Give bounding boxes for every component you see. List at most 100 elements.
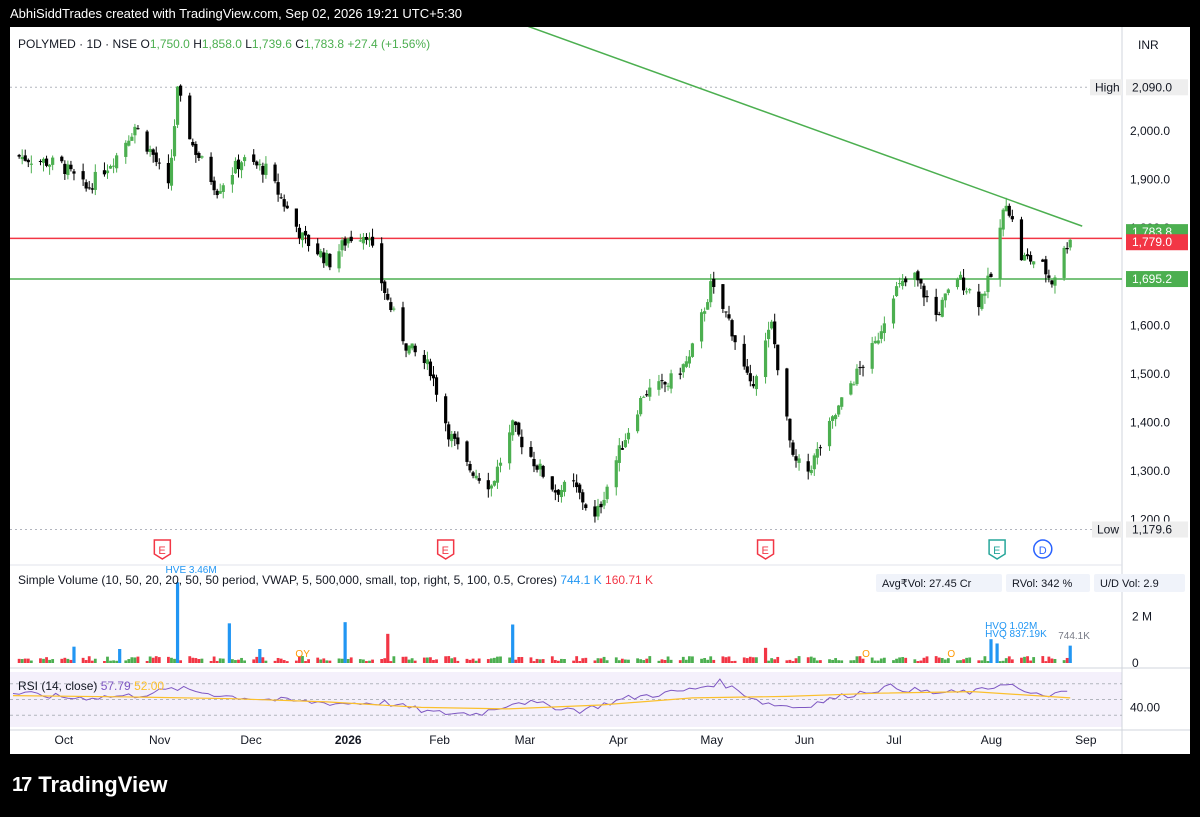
chart-svg[interactable]: 2,000.01,900.01,800.01,600.01,500.01,400… <box>10 27 1190 754</box>
volume-bar-highlight[interactable] <box>989 639 993 663</box>
candle-up[interactable] <box>891 298 896 324</box>
candle-up[interactable] <box>943 293 947 301</box>
candle-down[interactable] <box>742 343 746 367</box>
candle-up[interactable] <box>450 434 454 442</box>
candle-up[interactable] <box>605 486 609 500</box>
candle-up[interactable] <box>66 164 70 176</box>
candle-up[interactable] <box>340 240 344 251</box>
candle-down[interactable] <box>136 128 140 130</box>
candle-up[interactable] <box>614 460 618 488</box>
candle-up[interactable] <box>130 136 134 141</box>
candle-up[interactable] <box>648 387 652 397</box>
candle-up[interactable] <box>111 165 116 167</box>
candle-down[interactable] <box>285 205 289 209</box>
candle-up[interactable] <box>498 462 503 466</box>
candle-down[interactable] <box>383 281 387 293</box>
candle-down[interactable] <box>1047 275 1051 278</box>
candle-down[interactable] <box>102 170 107 175</box>
candle-up[interactable] <box>812 455 816 470</box>
candle-up[interactable] <box>894 286 899 297</box>
candle-up[interactable] <box>687 356 691 364</box>
candle-up[interactable] <box>93 171 97 190</box>
candle-down[interactable] <box>514 421 518 426</box>
candle-up[interactable] <box>264 163 268 175</box>
candle-down[interactable] <box>818 447 822 449</box>
candle-up[interactable] <box>489 485 493 489</box>
candle-down[interactable] <box>1007 205 1011 216</box>
candle-up[interactable] <box>666 385 670 387</box>
candle-down[interactable] <box>322 252 326 264</box>
candle-up[interactable] <box>684 361 688 367</box>
candle-up[interactable] <box>980 293 984 309</box>
candle-up[interactable] <box>849 383 853 395</box>
candle-down[interactable] <box>276 182 280 195</box>
candle-down[interactable] <box>581 492 585 503</box>
candle-up[interactable] <box>239 162 244 171</box>
candle-down[interactable] <box>904 278 908 283</box>
candle-up[interactable] <box>626 432 631 440</box>
candle-down[interactable] <box>252 154 256 162</box>
candle-up[interactable] <box>230 175 234 185</box>
candle-down[interactable] <box>453 433 457 439</box>
candle-up[interactable] <box>946 289 950 293</box>
candle-up[interactable] <box>699 312 704 342</box>
candle-up[interactable] <box>840 397 844 407</box>
candle-down[interactable] <box>553 490 557 493</box>
candle-down[interactable] <box>748 373 752 382</box>
candle-down[interactable] <box>678 373 682 375</box>
candle-down[interactable] <box>215 190 219 196</box>
candle-up[interactable] <box>200 156 204 158</box>
candle-up[interactable] <box>1004 205 1008 212</box>
candle-down[interactable] <box>328 253 332 268</box>
candle-down[interactable] <box>785 368 789 417</box>
candle-up[interactable] <box>538 463 542 470</box>
candle-up[interactable] <box>108 166 113 169</box>
candle-up[interactable] <box>495 466 500 483</box>
candle-down[interactable] <box>380 243 384 284</box>
candle-down[interactable] <box>1025 254 1030 257</box>
candle-down[interactable] <box>517 422 521 435</box>
candle-down[interactable] <box>550 476 554 490</box>
candle-up[interactable] <box>105 170 110 174</box>
candle-down[interactable] <box>343 238 347 246</box>
candle-down[interactable] <box>413 345 417 353</box>
candle-up[interactable] <box>766 329 771 340</box>
candle-up[interactable] <box>300 232 305 241</box>
candle-down[interactable] <box>151 149 155 155</box>
candle-down[interactable] <box>477 478 481 481</box>
candle-up[interactable] <box>681 364 685 373</box>
candle-down[interactable] <box>282 199 286 207</box>
candle-up[interactable] <box>986 275 990 293</box>
candle-down[interactable] <box>90 188 94 190</box>
symbol-legend[interactable]: POLYMED · 1D · NSE O1,750.0 H1,858.0 L1,… <box>18 37 430 51</box>
candle-down[interactable] <box>989 273 993 277</box>
candle-up[interactable] <box>175 86 180 125</box>
candle-up[interactable] <box>337 251 341 269</box>
candle-down[interactable] <box>773 321 777 345</box>
candle-down[interactable] <box>447 424 451 440</box>
candle-up[interactable] <box>940 299 944 317</box>
candle-down[interactable] <box>724 311 728 313</box>
candle-down[interactable] <box>520 436 524 448</box>
candle-down[interactable] <box>776 344 780 371</box>
candle-down[interactable] <box>69 164 73 170</box>
candle-up[interactable] <box>133 126 137 136</box>
candle-down[interactable] <box>38 160 43 162</box>
candle-down[interactable] <box>556 489 560 495</box>
candle-down[interactable] <box>72 171 76 174</box>
candle-down[interactable] <box>197 153 201 159</box>
candle-down[interactable] <box>444 396 448 424</box>
candle-up[interactable] <box>690 343 695 357</box>
candle-down[interactable] <box>751 384 755 387</box>
candle-up[interactable] <box>1053 277 1057 286</box>
candle-down[interactable] <box>434 377 439 395</box>
candle-down[interactable] <box>1044 259 1048 275</box>
candle-down[interactable] <box>465 441 469 462</box>
candle-up[interactable] <box>1032 261 1036 265</box>
candle-up[interactable] <box>815 448 819 458</box>
candle-up[interactable] <box>325 252 329 266</box>
candle-up[interactable] <box>258 163 262 166</box>
candle-up[interactable] <box>770 321 774 329</box>
candle-down[interactable] <box>961 277 966 291</box>
candle-down[interactable] <box>84 182 88 189</box>
